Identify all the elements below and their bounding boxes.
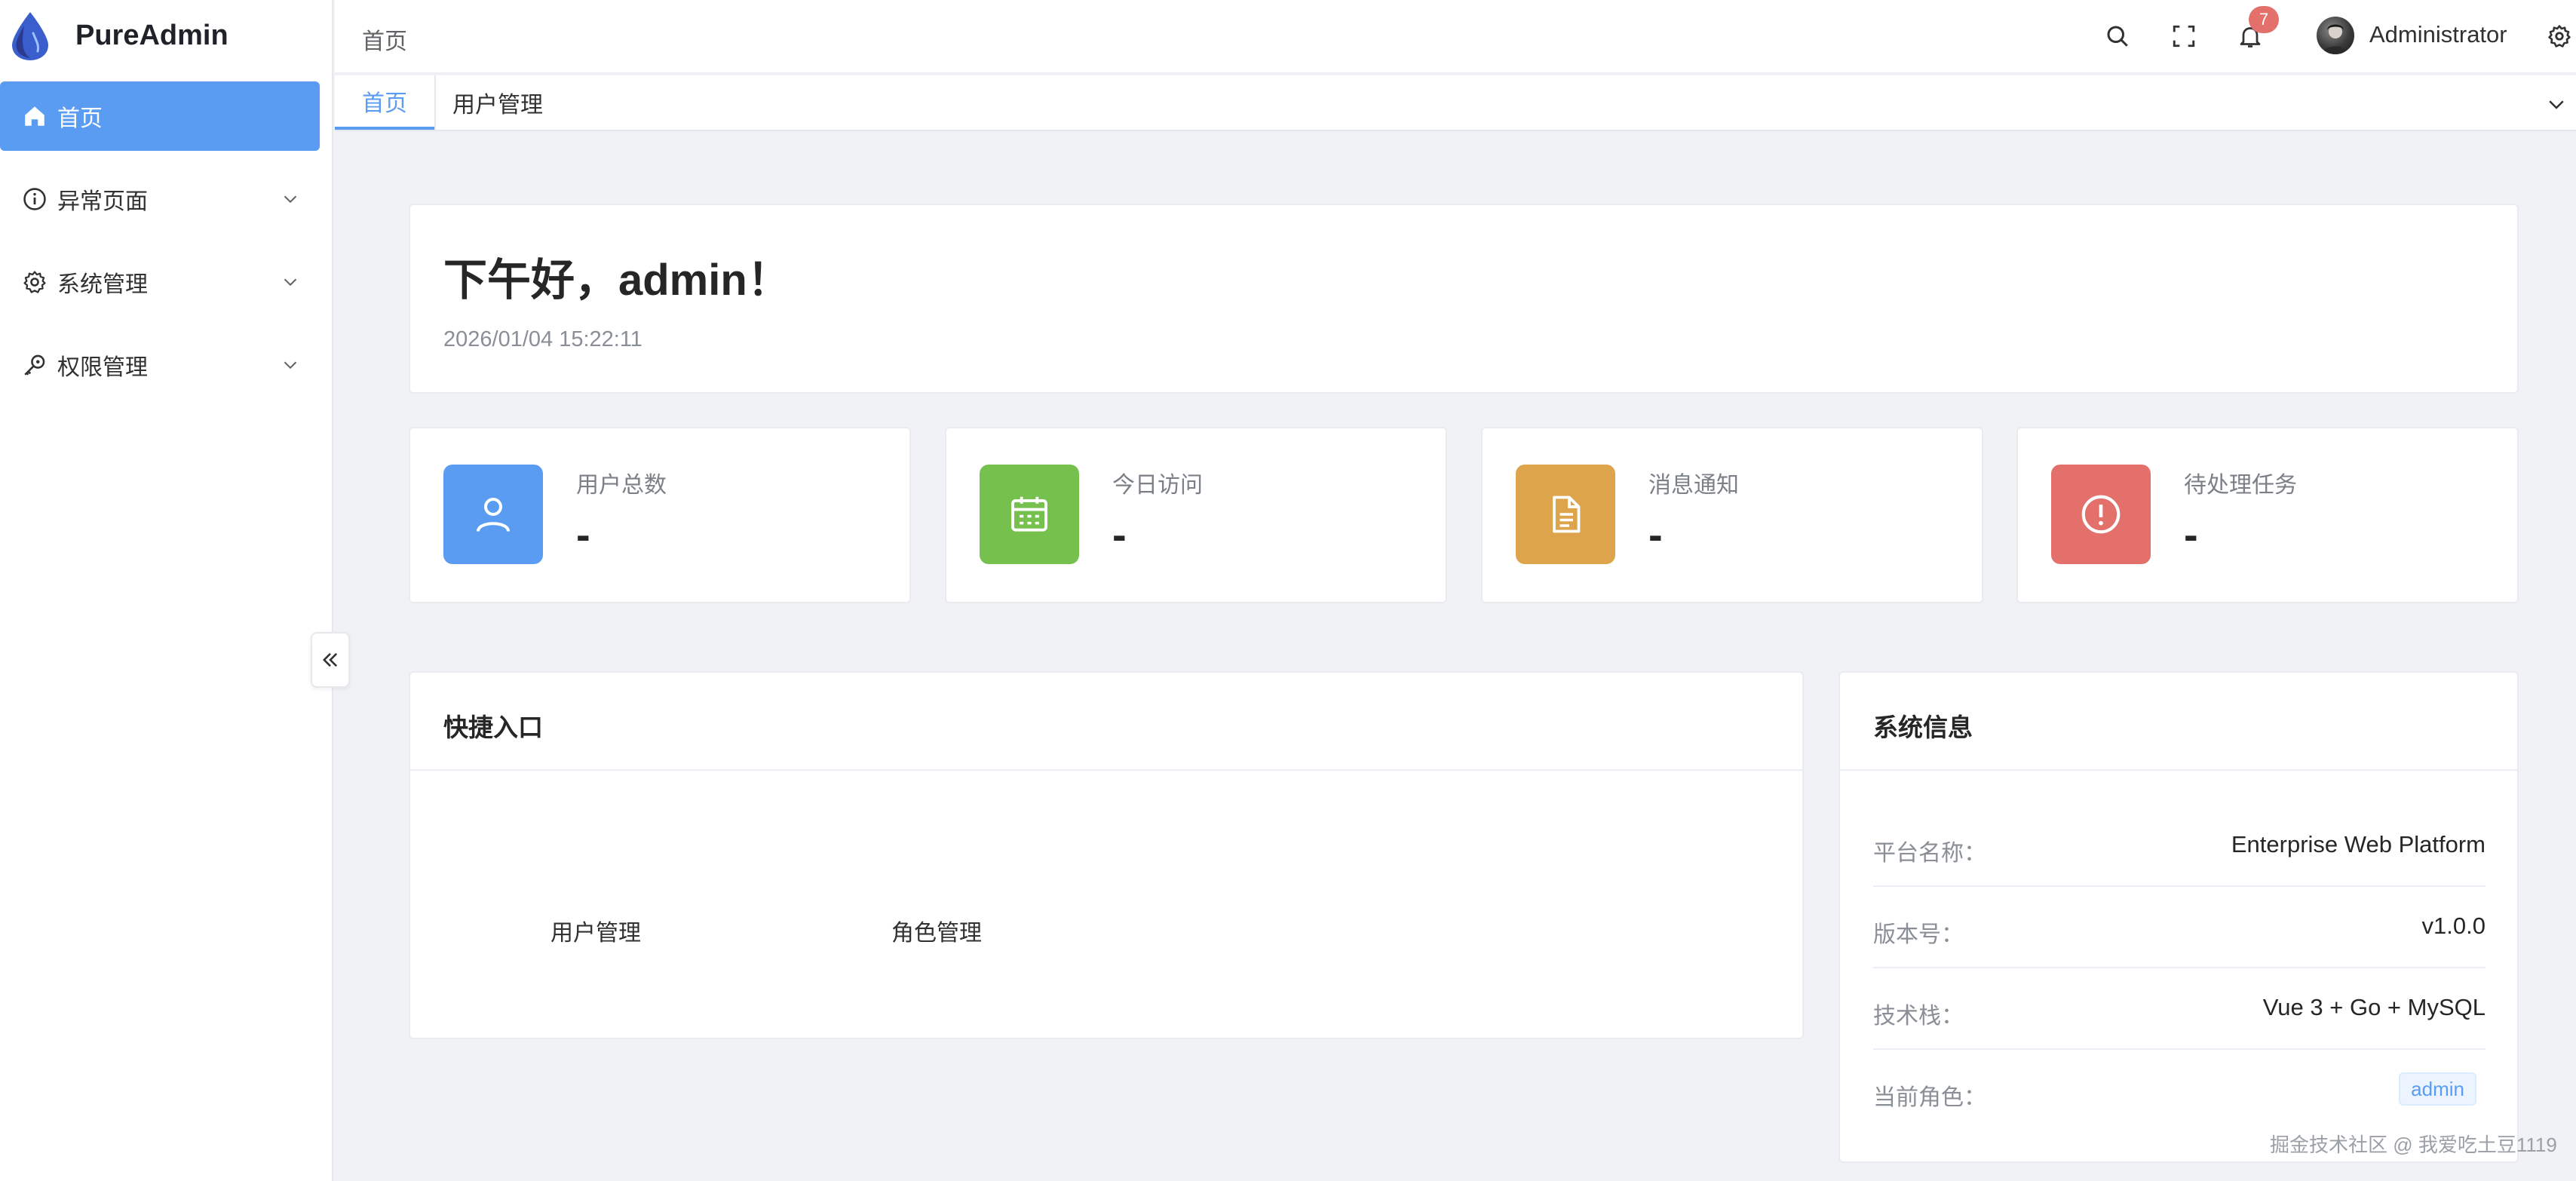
info-key: 技术栈： — [1873, 1004, 1964, 1029]
stat-card-messages[interactable]: 消息通知 - — [1481, 427, 1983, 603]
collapse-sidebar-button[interactable] — [311, 632, 350, 688]
breadcrumb[interactable]: 首页 — [362, 23, 407, 56]
info-value: v1.0.0 — [2421, 913, 2486, 939]
system-info-card: 系统信息 平台名称： Enterprise Web Platform 版本号： … — [1838, 671, 2519, 1163]
chevron-down-icon — [284, 361, 297, 370]
sidebar-item-label: 权限管理 — [57, 355, 148, 380]
sidebar-item-system[interactable]: 系统管理 — [0, 247, 333, 317]
greeting-card: 下午好，admin！ 2026/01/04 15:22:11 — [409, 204, 2519, 394]
sidebar: PureAdmin 首页 异常页面 系统管理 权限管理 — [0, 0, 333, 1181]
card-title: 系统信息 — [1873, 713, 1973, 741]
info-row: 平台名称： Enterprise Web Platform — [1873, 805, 2486, 887]
logo-drop-icon — [12, 12, 48, 60]
info-key: 版本号： — [1873, 922, 1964, 947]
info-row: 当前角色： admin — [1873, 1050, 2486, 1131]
stat-value: - — [576, 511, 590, 558]
settings-icon[interactable] — [2543, 20, 2576, 53]
role-tag: admin — [2399, 1072, 2476, 1106]
sidebar-item-label: 异常页面 — [57, 189, 148, 214]
calendar-icon — [980, 465, 1079, 564]
double-chevron-left-icon — [323, 652, 338, 667]
sidebar-item-label: 系统管理 — [57, 272, 148, 297]
tab-home[interactable]: 首页 — [335, 75, 434, 130]
watermark: 掘金技术社区 @ 我爱吃土豆1119 — [2270, 1133, 2557, 1156]
info-key: 当前角色： — [1873, 1085, 1986, 1110]
home-icon — [21, 103, 48, 130]
stat-label: 待处理任务 — [2184, 473, 2297, 498]
stat-card-visits[interactable]: 今日访问 - — [945, 427, 1447, 603]
quick-link-role-management[interactable]: 角色管理 — [891, 914, 982, 947]
top-header: 首页 7 Administrator — [335, 0, 2576, 74]
quick-link-user-management[interactable]: 用户管理 — [550, 914, 641, 947]
info-row: 技术栈： Vue 3 + Go + MySQL — [1873, 968, 2486, 1050]
logo[interactable]: PureAdmin — [0, 0, 333, 74]
tab-label: 用户管理 — [452, 93, 543, 118]
document-icon — [1516, 465, 1615, 564]
user-icon — [443, 465, 543, 564]
gear-icon — [21, 268, 48, 296]
stat-value: - — [1648, 511, 1663, 558]
user-name[interactable]: Administrator — [2369, 21, 2507, 48]
sidebar-item-label: 首页 — [57, 106, 103, 131]
sidebar-item-exception[interactable]: 异常页面 — [0, 164, 333, 234]
stat-card-tasks[interactable]: 待处理任务 - — [2016, 427, 2519, 603]
tab-user-management[interactable]: 用户管理 — [436, 75, 560, 130]
chevron-down-icon — [284, 195, 297, 204]
info-circle-icon — [21, 186, 48, 213]
info-value: Vue 3 + Go + MySQL — [2262, 994, 2486, 1020]
card-header: 快捷入口 — [410, 673, 1802, 771]
stat-card-users[interactable]: 用户总数 - — [409, 427, 911, 603]
stat-value: - — [1112, 511, 1127, 558]
tabs-bar: 首页 用户管理 — [335, 75, 2576, 131]
stat-label: 消息通知 — [1648, 473, 1739, 498]
card-header: 系统信息 — [1840, 673, 2517, 771]
sidebar-item-home[interactable]: 首页 — [0, 81, 320, 151]
chevron-down-icon — [284, 278, 297, 287]
tab-label: 首页 — [362, 91, 407, 116]
info-row: 版本号： v1.0.0 — [1873, 887, 2486, 968]
avatar[interactable] — [2317, 17, 2354, 54]
brand-name: PureAdmin — [75, 20, 228, 51]
stat-label: 今日访问 — [1112, 473, 1203, 498]
key-icon — [21, 351, 48, 379]
alert-circle-icon — [2051, 465, 2151, 564]
info-value: Enterprise Web Platform — [2231, 831, 2486, 857]
stat-value: - — [2184, 511, 2198, 558]
info-key: 平台名称： — [1873, 841, 1986, 866]
greeting-datetime: 2026/01/04 15:22:11 — [443, 327, 642, 351]
card-title: 快捷入口 — [443, 713, 543, 741]
sidebar-item-permission[interactable]: 权限管理 — [0, 330, 333, 400]
notification-badge: 7 — [2249, 6, 2279, 33]
tabs-dropdown-chevron-icon[interactable] — [2540, 87, 2573, 121]
quick-entry-card: 快捷入口 用户管理 角色管理 — [409, 671, 1804, 1039]
search-icon[interactable] — [2101, 20, 2134, 53]
greeting-title: 下午好，admin！ — [443, 256, 791, 305]
stat-label: 用户总数 — [576, 473, 667, 498]
fullscreen-icon[interactable] — [2167, 20, 2200, 53]
